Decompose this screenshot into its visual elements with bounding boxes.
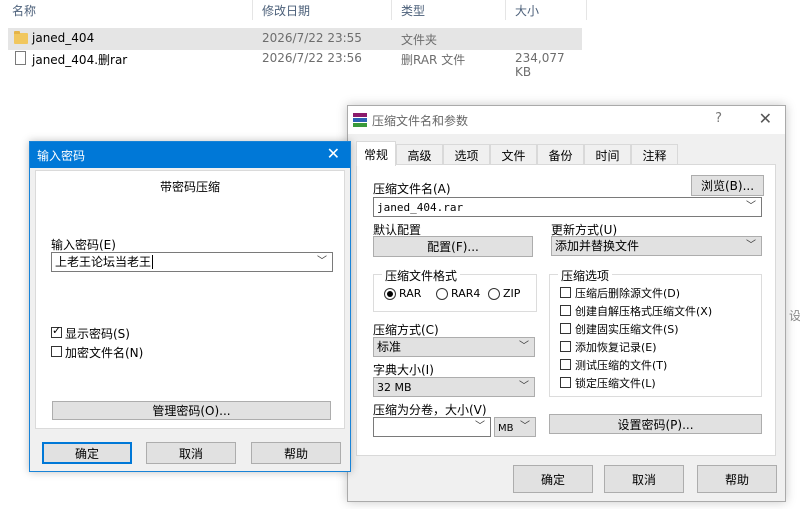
column-separator[interactable] [391, 0, 392, 20]
column-header-row: 名称 修改日期 类型 大小 [0, 0, 680, 22]
password-panel: 带密码压缩 输入密码(E) 上老王论坛当老王 ﹀ 显示密码(S) 加密文件名(N… [35, 170, 345, 429]
file-name: janed_404.删rar [32, 53, 128, 67]
archive-dialog-title: 压缩文件名和参数 [372, 114, 469, 128]
option-lock-checkbox[interactable] [560, 377, 571, 388]
archive-options-title: 压缩选项 [558, 267, 613, 284]
column-header-size[interactable]: 大小 [515, 2, 539, 19]
archive-options-group: 压缩选项 压缩后删除源文件(D) 创建自解压格式压缩文件(X) 创建固实压缩文件… [549, 267, 762, 397]
file-type: 文件夹 [401, 33, 438, 47]
format-zip-label[interactable]: ZIP [503, 287, 520, 300]
option-sfx-label[interactable]: 创建自解压格式压缩文件(X) [575, 303, 712, 319]
password-dialog: 输入密码 ✕ 带密码压缩 输入密码(E) 上老王论坛当老王 ﹀ 显示密码(S) … [29, 141, 351, 472]
chevron-down-icon[interactable]: ﹀ [520, 418, 530, 436]
file-icon [15, 51, 26, 65]
general-tab-panel: 压缩文件名(A) 浏览(B)... janed_404.rar ﹀ 默认配置 配… [356, 164, 776, 456]
archive-format-title: 压缩文件格式 [382, 267, 461, 284]
file-row-folder[interactable]: janed_404 2026/7/22 23:55 文件夹 [8, 28, 582, 50]
tab-time[interactable]: 时间 [584, 144, 631, 165]
tab-general[interactable]: 常规 [356, 141, 396, 166]
password-input[interactable]: 上老王论坛当老王 ﹀ [51, 252, 333, 272]
file-date: 2026/7/22 23:55 [262, 31, 362, 45]
archive-help-button[interactable]: 帮助 [697, 465, 777, 493]
password-dialog-titlebar[interactable]: 输入密码 ✕ [30, 142, 350, 168]
close-icon[interactable]: ✕ [327, 144, 340, 163]
format-rar-radio[interactable] [384, 288, 396, 300]
tab-options[interactable]: 选项 [443, 144, 490, 165]
option-delete-source-checkbox[interactable] [560, 287, 571, 298]
chevron-down-icon[interactable]: ﹀ [746, 198, 756, 216]
format-zip-radio[interactable] [488, 288, 500, 300]
column-header-type[interactable]: 类型 [401, 2, 425, 19]
method-label: 压缩方式(C) [373, 323, 439, 337]
browse-button[interactable]: 浏览(B)... [691, 175, 764, 196]
column-separator[interactable] [505, 0, 506, 20]
archive-ok-button[interactable]: 确定 [513, 465, 593, 493]
format-rar4-label[interactable]: RAR4 [451, 287, 480, 300]
file-type: 删RAR 文件 [401, 53, 466, 67]
password-cancel-button[interactable]: 取消 [146, 442, 236, 464]
set-password-button[interactable]: 设置密码(P)... [549, 414, 762, 434]
password-label: 输入密码(E) [51, 238, 116, 252]
format-rar-label[interactable]: RAR [399, 287, 421, 300]
dictionary-size-select[interactable]: 32 MB ﹀ [373, 377, 535, 397]
dictionary-size-label: 字典大小(I) [373, 363, 434, 377]
show-password-checkbox[interactable] [51, 324, 62, 338]
show-password-label[interactable]: 显示密码(S) [65, 325, 130, 342]
profile-button[interactable]: 配置(F)... [373, 236, 533, 257]
winrar-logo-icon [353, 113, 367, 127]
encrypt-filenames-checkbox[interactable] [51, 346, 62, 357]
archive-cancel-button[interactable]: 取消 [604, 465, 684, 493]
option-solid-checkbox[interactable] [560, 323, 571, 334]
details-pane-text: 设 [789, 309, 800, 323]
file-row-archive[interactable]: janed_404.删rar 2026/7/22 23:56 删RAR 文件 2… [8, 48, 582, 79]
chevron-down-icon[interactable]: ﹀ [519, 378, 529, 396]
file-size: 234,077 KB [515, 51, 565, 79]
option-solid-label[interactable]: 创建固实压缩文件(S) [575, 321, 679, 337]
column-header-date[interactable]: 修改日期 [262, 2, 310, 19]
option-recovery-checkbox[interactable] [560, 341, 571, 352]
encrypt-filenames-label[interactable]: 加密文件名(N) [65, 344, 143, 361]
manage-passwords-button[interactable]: 管理密码(O)... [52, 401, 331, 420]
tab-advanced[interactable]: 高级 [396, 144, 443, 165]
folder-icon [14, 31, 28, 44]
column-separator[interactable] [252, 0, 253, 20]
column-separator[interactable] [586, 0, 587, 20]
chevron-down-icon[interactable]: ﹀ [519, 338, 529, 356]
tab-files[interactable]: 文件 [490, 144, 537, 165]
option-sfx-checkbox[interactable] [560, 305, 571, 316]
close-icon[interactable]: ✕ [759, 109, 772, 128]
help-icon[interactable]: ? [715, 111, 722, 126]
archive-name-input[interactable]: janed_404.rar ﹀ [373, 197, 762, 217]
tab-backup[interactable]: 备份 [537, 144, 584, 165]
option-test-checkbox[interactable] [560, 359, 571, 370]
archive-name-label: 压缩文件名(A) [373, 182, 451, 196]
split-unit-select[interactable]: MB ﹀ [494, 417, 536, 437]
archive-options-dialog: 压缩文件名和参数 ? ✕ 常规 高级 选项 文件 备份 时间 注释 压缩文件名(… [347, 105, 786, 502]
update-mode-select[interactable]: 添加并替换文件 ﹀ [551, 236, 762, 256]
format-rar4-radio[interactable] [436, 288, 448, 300]
option-lock-label[interactable]: 锁定压缩文件(L) [575, 375, 656, 391]
split-volume-label: 压缩为分卷，大小(V) [373, 403, 487, 417]
password-heading: 带密码压缩 [159, 180, 220, 194]
option-recovery-label[interactable]: 添加恢复记录(E) [575, 339, 657, 355]
archive-format-group: 压缩文件格式 RAR RAR4 ZIP [373, 267, 537, 312]
chevron-down-icon[interactable]: ﹀ [746, 237, 756, 255]
option-delete-source-label[interactable]: 压缩后删除源文件(D) [575, 285, 680, 301]
archive-dialog-titlebar[interactable]: 压缩文件名和参数 ? ✕ [348, 106, 785, 134]
method-select[interactable]: 标准 ﹀ [373, 337, 535, 357]
password-ok-button[interactable]: 确定 [42, 442, 132, 464]
password-dialog-title: 输入密码 [37, 149, 86, 163]
column-header-name[interactable]: 名称 [12, 2, 36, 19]
archive-tabs: 常规 高级 选项 文件 备份 时间 注释 [356, 141, 736, 166]
file-date: 2026/7/22 23:56 [262, 51, 362, 65]
split-volume-input[interactable]: ﹀ [373, 417, 491, 437]
chevron-down-icon[interactable]: ﹀ [475, 418, 485, 436]
password-help-button[interactable]: 帮助 [251, 442, 341, 464]
tab-comment[interactable]: 注释 [631, 144, 678, 165]
option-test-label[interactable]: 测试压缩的文件(T) [575, 357, 667, 373]
file-name: janed_404 [32, 31, 95, 45]
chevron-down-icon[interactable]: ﹀ [317, 253, 327, 271]
